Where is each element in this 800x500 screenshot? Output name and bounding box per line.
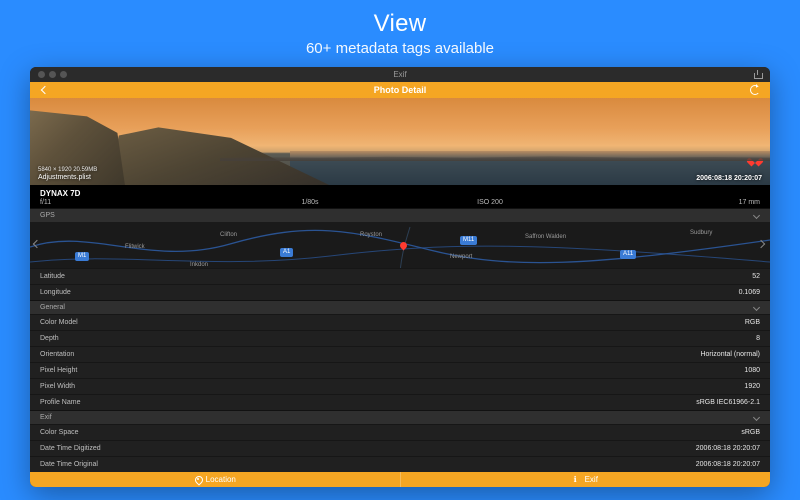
table-row: Color Model RGB bbox=[30, 314, 770, 330]
tab-location[interactable]: Location bbox=[30, 472, 400, 487]
row-val: sRGB IEC61966-2.1 bbox=[696, 399, 760, 406]
focal-length-value: 17 mm bbox=[580, 199, 760, 206]
share-icon[interactable] bbox=[753, 70, 762, 79]
row-val: 1920 bbox=[744, 383, 760, 390]
chevron-down-icon bbox=[753, 212, 760, 219]
row-key: Orientation bbox=[40, 351, 74, 358]
map-place-label: Royston bbox=[360, 232, 382, 238]
table-row: Date Time Original 2006:08:18 20:20:07 bbox=[30, 456, 770, 472]
section-gps[interactable]: GPS bbox=[30, 208, 770, 222]
road-badge: M11 bbox=[460, 236, 477, 245]
iso-value: ISO 200 bbox=[400, 199, 580, 206]
section-exif-label: Exif bbox=[40, 414, 52, 421]
favorite-icon[interactable] bbox=[750, 155, 760, 165]
map-place-label: Sudbury bbox=[690, 230, 712, 236]
map-next-icon[interactable] bbox=[758, 241, 766, 249]
row-val: 8 bbox=[756, 335, 760, 342]
row-val: Horizontal (normal) bbox=[700, 351, 760, 358]
row-key: Depth bbox=[40, 335, 59, 342]
map-place-label: Inkdon bbox=[190, 262, 208, 268]
location-map[interactable]: Flitwick Clifton Royston Saffron Walden … bbox=[30, 222, 770, 268]
map-place-label: Flitwick bbox=[125, 244, 145, 250]
row-val: sRGB bbox=[741, 429, 760, 436]
window-title: Exif bbox=[30, 70, 770, 79]
row-key: Longitude bbox=[40, 289, 71, 296]
table-row: Longitude 0.1069 bbox=[30, 284, 770, 300]
tab-exif-label: Exif bbox=[585, 475, 598, 484]
location-pin-icon bbox=[194, 476, 202, 484]
map-place-label: Newport bbox=[450, 254, 472, 260]
page-title: View bbox=[374, 10, 427, 38]
row-val: 52 bbox=[752, 273, 760, 280]
map-prev-icon[interactable] bbox=[34, 241, 42, 249]
row-key: Latitude bbox=[40, 273, 65, 280]
photo-preview: 5840 × 1920 20.59MB Adjustments.plist 20… bbox=[30, 98, 770, 185]
table-row: Date Time Digitized 2006:08:18 20:20:07 bbox=[30, 440, 770, 456]
section-general[interactable]: General bbox=[30, 300, 770, 314]
photo-timestamp: 2006:08:18 20:20:07 bbox=[696, 175, 762, 182]
tab-location-label: Location bbox=[206, 475, 236, 484]
section-exif[interactable]: Exif bbox=[30, 410, 770, 424]
row-key: Color Model bbox=[40, 319, 78, 326]
header-title: Photo Detail bbox=[30, 85, 770, 95]
chevron-down-icon bbox=[753, 414, 760, 421]
photo-meta: 5840 × 1920 20.59MB Adjustments.plist bbox=[38, 167, 97, 183]
mac-titlebar: Exif bbox=[30, 67, 770, 82]
table-row: Color Space sRGB bbox=[30, 424, 770, 440]
app-window: Exif Photo Detail 5840 × 1920 20.59MB Ad… bbox=[30, 67, 770, 487]
road-badge: A1 bbox=[280, 248, 293, 257]
road-badge: M1 bbox=[75, 252, 89, 261]
camera-summary: DYNAX 7D f/11 1/80s ISO 200 17 mm bbox=[30, 185, 770, 208]
section-general-label: General bbox=[40, 304, 65, 311]
photo-filename: Adjustments.plist bbox=[38, 174, 97, 182]
row-key: Date Time Original bbox=[40, 461, 98, 468]
table-row: Depth 8 bbox=[30, 330, 770, 346]
refresh-icon[interactable] bbox=[750, 85, 760, 95]
road-badge: A11 bbox=[620, 250, 636, 259]
page-subtitle: 60+ metadata tags available bbox=[306, 40, 494, 57]
detail-rows: Latitude 52 Longitude 0.1069 General Col… bbox=[30, 268, 770, 472]
row-key: Pixel Width bbox=[40, 383, 75, 390]
row-key: Date Time Digitized bbox=[40, 445, 101, 452]
aperture-value: f/11 bbox=[40, 199, 220, 206]
map-place-label: Saffron Walden bbox=[525, 234, 566, 240]
row-key: Color Space bbox=[40, 429, 79, 436]
row-key: Pixel Height bbox=[40, 367, 77, 374]
row-val: 1080 bbox=[744, 367, 760, 374]
table-row: Orientation Horizontal (normal) bbox=[30, 346, 770, 362]
bottom-tabbar: Location Exif bbox=[30, 472, 770, 487]
nav-header: Photo Detail bbox=[30, 82, 770, 99]
row-val: 2006:08:18 20:20:07 bbox=[696, 461, 760, 468]
table-row: Latitude 52 bbox=[30, 268, 770, 284]
shutter-value: 1/80s bbox=[220, 199, 400, 206]
info-icon bbox=[573, 476, 581, 484]
camera-model: DYNAX 7D bbox=[40, 189, 760, 198]
table-row: Pixel Height 1080 bbox=[30, 362, 770, 378]
row-key: Profile Name bbox=[40, 399, 80, 406]
map-place-label: Clifton bbox=[220, 232, 237, 238]
table-row: Profile Name sRGB IEC61966-2.1 bbox=[30, 394, 770, 410]
tab-exif[interactable]: Exif bbox=[400, 472, 771, 487]
row-val: 2006:08:18 20:20:07 bbox=[696, 445, 760, 452]
chevron-down-icon bbox=[753, 304, 760, 311]
photo-dimensions: 5840 × 1920 20.59MB bbox=[38, 167, 97, 174]
section-gps-label: GPS bbox=[40, 212, 55, 219]
row-val: RGB bbox=[745, 319, 760, 326]
row-val: 0.1069 bbox=[739, 289, 760, 296]
table-row: Pixel Width 1920 bbox=[30, 378, 770, 394]
